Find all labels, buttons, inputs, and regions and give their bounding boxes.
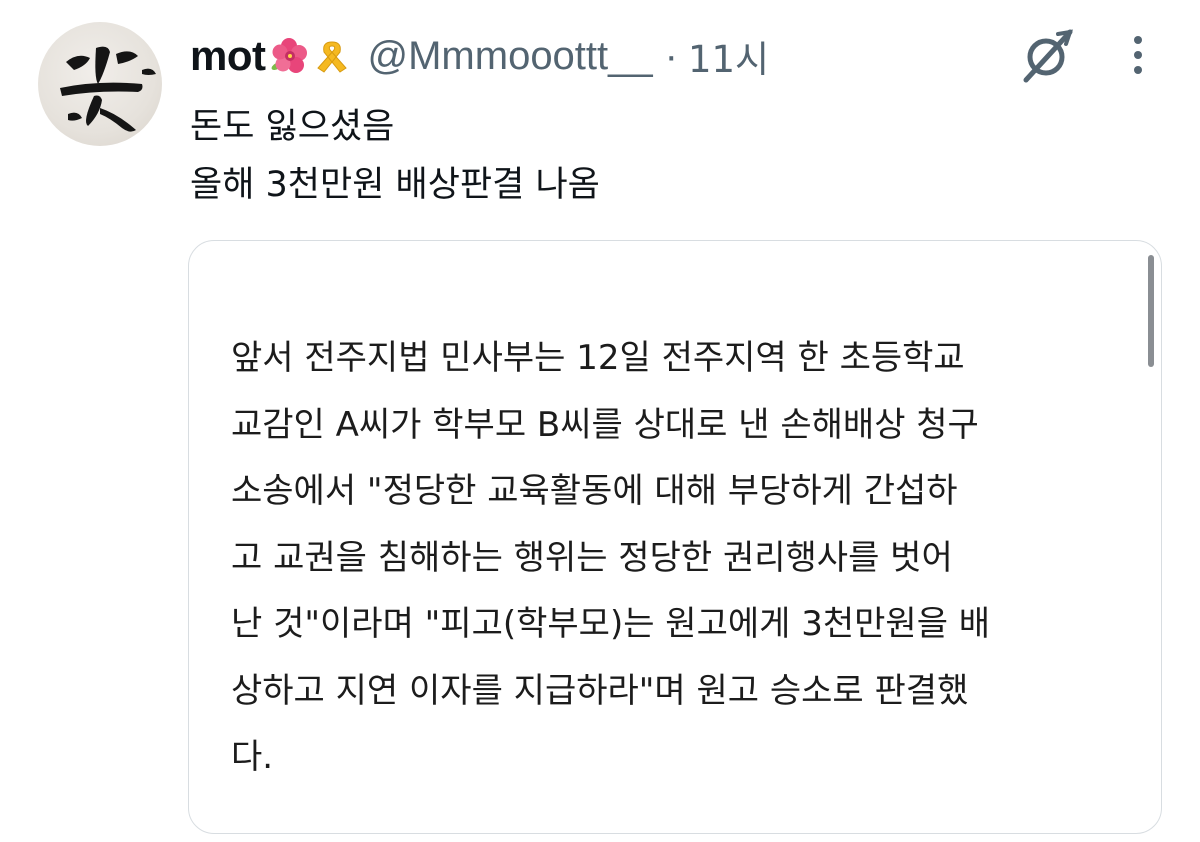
article-line: 난 것"이라며 "피고(학부모)는 원고에게 3천만원을 배 (231, 604, 991, 644)
calligraphy-avatar-icon (60, 46, 156, 132)
timestamp[interactable]: 11시 (688, 29, 769, 83)
article-line: 교감인 A씨가 학부모 B씨를 상대로 낸 손해배상 청구 (231, 404, 979, 445)
grok-icon[interactable] (1014, 26, 1078, 86)
article-line: 소송에서 "정당한 교육활동에 대해 부당하게 간섭하 (231, 471, 958, 511)
hibiscus-icon (269, 36, 309, 76)
article-line: 다. (231, 737, 274, 777)
article-line: 고 교권을 침해하는 행위는 정당한 권리행사를 벗어 (231, 537, 953, 578)
yellow-ribbon-icon (312, 36, 352, 76)
tweet: mot @Mmmooottt__ · 11시 돈도 잃으셨음 올해 3천만원 배… (0, 0, 1200, 842)
separator-dot: · (664, 33, 678, 78)
handle[interactable]: @Mmmooottt__ (368, 34, 653, 79)
tweet-text: 돈도 잃으셨음올해 3천만원 배상판결 나옴 (190, 98, 600, 214)
tweet-text-line: 올해 3천만원 배상판결 나옴 (190, 165, 600, 205)
media-card[interactable]: 앞서 전주지법 민사부는 12일 전주지역 한 초등학교 교감인 A씨가 학부모… (188, 240, 1162, 834)
more-options-icon[interactable] (1120, 32, 1156, 78)
scrollbar[interactable] (1148, 255, 1154, 367)
tweet-header: mot @Mmmooottt__ · 11시 (190, 28, 769, 84)
avatar[interactable] (38, 22, 162, 146)
article-line: 앞서 전주지법 민사부는 12일 전주지역 한 초등학교 (231, 338, 965, 378)
tweet-text-line: 돈도 잃으셨음 (190, 107, 395, 147)
article-line: 상하고 지연 이자를 지급하라"며 원고 승소로 판결했 (231, 670, 969, 711)
display-name[interactable]: mot (190, 32, 266, 80)
article-text: 앞서 전주지법 민사부는 12일 전주지역 한 초등학교 교감인 A씨가 학부모… (231, 325, 1131, 791)
